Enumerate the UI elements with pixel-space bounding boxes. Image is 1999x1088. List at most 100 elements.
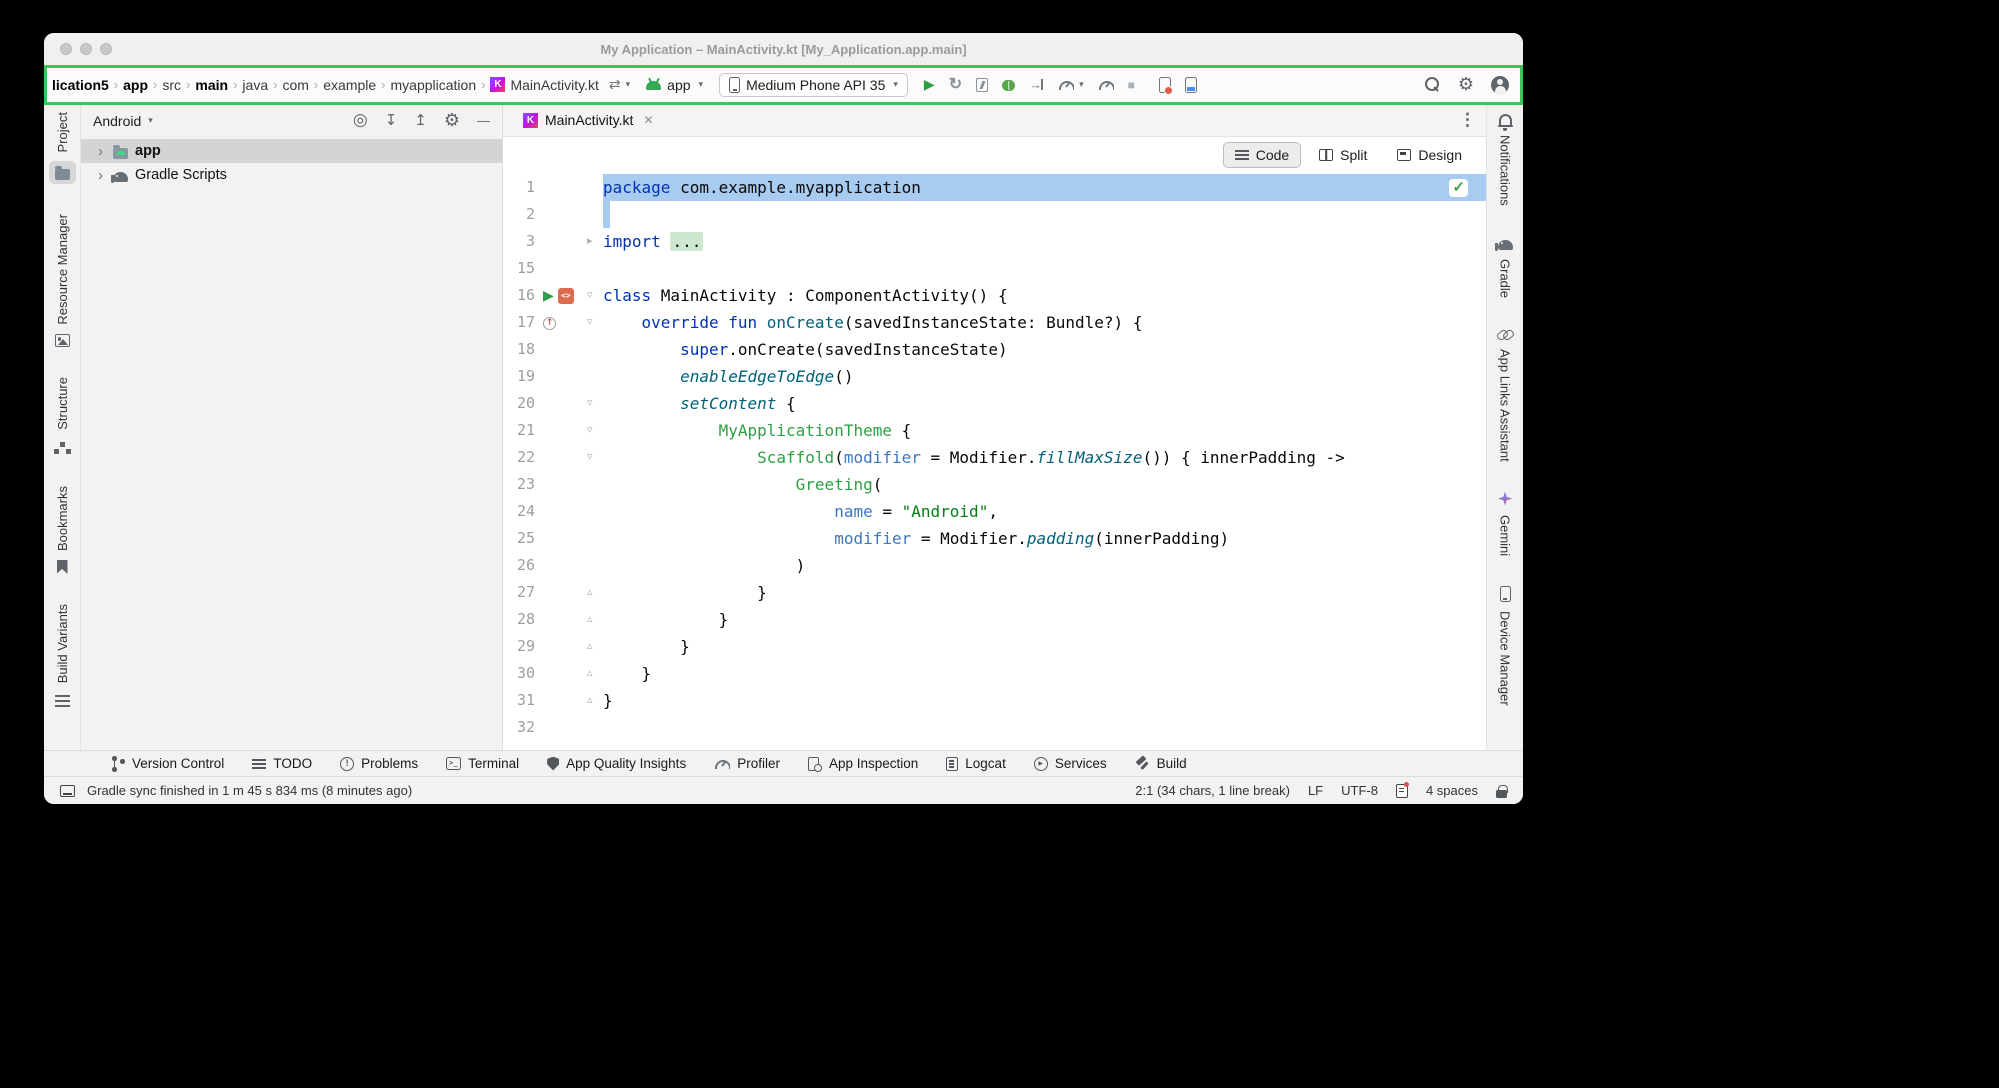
file-encoding[interactable]: UTF-8 <box>1341 783 1378 798</box>
override-icon[interactable] <box>543 317 556 330</box>
code-line[interactable]: 24 name = "Android", <box>503 498 1486 525</box>
close-window-button[interactable] <box>60 43 72 55</box>
code-text[interactable]: } <box>603 633 1486 660</box>
code-text[interactable]: } <box>603 606 1486 633</box>
code-text[interactable]: override fun onCreate(savedInstanceState… <box>603 309 1486 336</box>
tool-stripe-gradle[interactable]: Gradle <box>1498 236 1513 298</box>
settings-button[interactable] <box>1458 75 1474 95</box>
tool-stripe-bookmarks[interactable]: Bookmarks <box>55 486 70 574</box>
indent-setting[interactable]: 4 spaces <box>1426 783 1478 798</box>
code-text[interactable]: package com.example.myapplication <box>603 174 1486 201</box>
device-selector[interactable]: Medium Phone API 35▾ <box>719 73 908 97</box>
caret-position[interactable]: 2:1 (34 chars, 1 line break) <box>1135 783 1290 798</box>
compose-preview-icon[interactable] <box>558 288 574 304</box>
code-editor[interactable]: 1package com.example.myapplication23▸imp… <box>503 174 1486 741</box>
breadcrumb-item-myapplication[interactable]: myapplication <box>389 75 479 95</box>
attach-debugger-button[interactable] <box>1029 78 1044 91</box>
fold-marker[interactable]: ▵ <box>587 660 593 687</box>
minimize-window-button[interactable] <box>80 43 92 55</box>
view-mode-code[interactable]: Code <box>1223 142 1301 168</box>
vcs-widget[interactable]: ▾ <box>609 76 630 94</box>
apply-code-changes-button[interactable] <box>976 78 988 92</box>
code-line[interactable]: 2 <box>503 201 1486 228</box>
breadcrumb-item-src[interactable]: src <box>160 75 183 95</box>
tool-button-profiler[interactable]: Profiler <box>714 756 780 771</box>
stop-button[interactable] <box>1128 76 1135 94</box>
code-line[interactable]: 29▵ } <box>503 633 1486 660</box>
code-text[interactable]: } <box>603 660 1486 687</box>
code-line[interactable]: 19 enableEdgeToEdge() <box>503 363 1486 390</box>
tool-stripe-app-links-assistant[interactable]: App Links Assistant <box>1497 328 1514 462</box>
code-text[interactable] <box>603 255 1486 282</box>
tool-stripe-gemini[interactable]: Gemini <box>1498 492 1513 556</box>
code-line[interactable]: 15 <box>503 255 1486 282</box>
breadcrumb-item-lication5[interactable]: lication5 <box>50 75 111 95</box>
tree-item-gradle-scripts[interactable]: ›Gradle Scripts <box>81 163 502 187</box>
code-text[interactable]: MyApplicationTheme { <box>603 417 1486 444</box>
code-line[interactable]: 27▵ } <box>503 579 1486 606</box>
breadcrumb-item-com[interactable]: com <box>280 75 310 95</box>
fold-marker[interactable]: ▿ <box>587 390 593 417</box>
fold-marker[interactable]: ▵ <box>587 579 593 606</box>
code-line[interactable]: 26 ) <box>503 552 1486 579</box>
apply-changes-button[interactable] <box>949 76 962 94</box>
view-mode-split[interactable]: Split <box>1307 142 1379 168</box>
code-text[interactable] <box>603 201 1486 228</box>
debug-button[interactable] <box>1002 78 1015 91</box>
inspection-widget[interactable] <box>1449 179 1468 197</box>
close-tab-icon[interactable]: ✕ <box>643 113 653 127</box>
run-configuration-selector[interactable]: app▾ <box>638 74 711 96</box>
expand-all-button[interactable] <box>385 112 398 130</box>
code-text[interactable]: Scaffold(modifier = Modifier.fillMaxSize… <box>603 444 1486 471</box>
panel-settings-button[interactable] <box>444 111 460 131</box>
breadcrumb-item-app[interactable]: app <box>121 75 150 95</box>
tool-button-build[interactable]: Build <box>1135 756 1187 771</box>
profile-low-overhead-button[interactable] <box>1098 80 1114 90</box>
fold-marker[interactable]: ▵ <box>587 606 593 633</box>
code-text[interactable]: import ... <box>603 228 1486 255</box>
fold-marker[interactable]: ▵ <box>587 633 593 660</box>
tool-button-logcat[interactable]: Logcat <box>946 756 1006 771</box>
view-mode-design[interactable]: Design <box>1385 142 1474 168</box>
line-separator[interactable]: LF <box>1308 783 1323 798</box>
fold-marker[interactable]: ▿ <box>587 417 593 444</box>
more-options-icon[interactable] <box>1459 111 1476 130</box>
chevron-right-icon[interactable]: › <box>95 167 106 184</box>
code-text[interactable]: Greeting( <box>603 471 1486 498</box>
code-line[interactable]: 28▵ } <box>503 606 1486 633</box>
code-text[interactable]: ) <box>603 552 1486 579</box>
code-text[interactable]: setContent { <box>603 390 1486 417</box>
tool-button-problems[interactable]: Problems <box>340 756 418 771</box>
run-gutter-icon[interactable] <box>543 287 554 305</box>
code-line[interactable]: 1package com.example.myapplication <box>503 174 1486 201</box>
tool-button-todo[interactable]: TODO <box>252 756 312 771</box>
tool-stripe-notifications[interactable]: Notifications <box>1498 112 1513 206</box>
tool-button-terminal[interactable]: Terminal <box>446 756 519 771</box>
code-line[interactable]: 3▸import ... <box>503 228 1486 255</box>
tool-button-app-inspection[interactable]: App Inspection <box>808 756 918 771</box>
tool-stripe-device-manager[interactable]: Device Manager <box>1498 586 1513 706</box>
code-text[interactable]: } <box>603 687 1486 714</box>
code-line[interactable]: 32 <box>503 714 1486 741</box>
locate-file-button[interactable] <box>353 111 368 130</box>
tree-item-app[interactable]: ›app <box>81 139 502 163</box>
code-text[interactable]: class MainActivity : ComponentActivity()… <box>603 282 1486 309</box>
code-text[interactable]: super.onCreate(savedInstanceState) <box>603 336 1486 363</box>
code-line[interactable]: 23 Greeting( <box>503 471 1486 498</box>
search-everywhere-button[interactable] <box>1424 76 1441 93</box>
tool-button-app-quality-insights[interactable]: App Quality Insights <box>547 756 686 771</box>
tool-button-services[interactable]: Services <box>1034 756 1107 771</box>
device-manager-button[interactable] <box>1185 77 1197 93</box>
lock-icon[interactable] <box>1496 790 1507 798</box>
tool-stripe-resource-manager[interactable]: Resource Manager <box>55 214 70 347</box>
tool-stripe-structure[interactable]: Structure <box>53 377 72 456</box>
fold-marker[interactable]: ▿ <box>587 282 593 309</box>
hide-panel-button[interactable] <box>477 112 490 130</box>
code-text[interactable]: name = "Android", <box>603 498 1486 525</box>
tool-stripe-project[interactable]: Project <box>49 112 76 184</box>
code-line[interactable]: 22▿ Scaffold(modifier = Modifier.fillMax… <box>503 444 1486 471</box>
fold-marker[interactable]: ▵ <box>587 687 593 714</box>
editor-body[interactable]: CodeSplitDesign 1package com.example.mya… <box>503 137 1486 750</box>
fold-marker[interactable]: ▿ <box>587 309 593 336</box>
chevron-right-icon[interactable]: › <box>95 143 106 160</box>
